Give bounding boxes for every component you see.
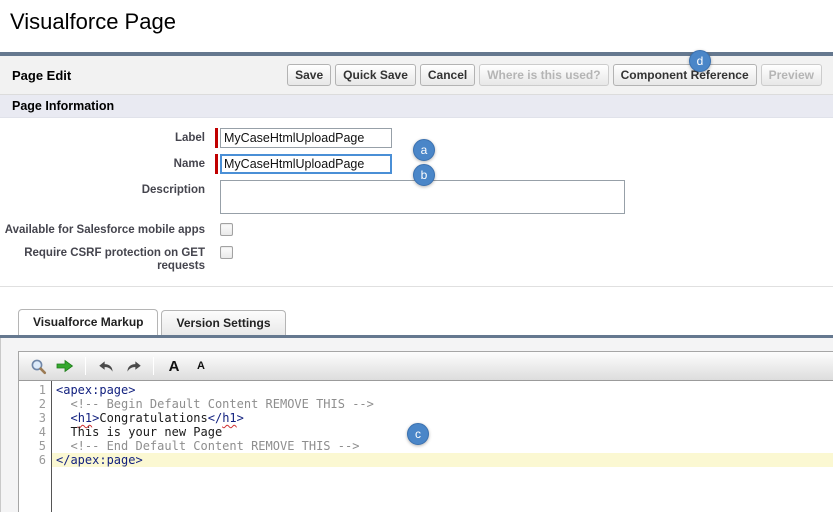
quick-save-button[interactable]: Quick Save xyxy=(335,64,416,86)
line-number: 1 xyxy=(19,383,46,397)
annotation-badge-b: b xyxy=(413,164,435,186)
code-line[interactable]: </apex:page> xyxy=(52,453,833,467)
editor-toolbar: A A xyxy=(19,352,833,381)
annotation-badge-d: d xyxy=(689,50,711,72)
csrf-field-label: Require CSRF protection on GET requests xyxy=(0,243,205,273)
label-input[interactable] xyxy=(220,128,392,148)
annotation-badge-a: a xyxy=(413,139,435,161)
tab-version-settings[interactable]: Version Settings xyxy=(161,310,285,335)
csrf-checkbox[interactable] xyxy=(220,246,233,259)
field-row-mobile: Available for Salesforce mobile apps xyxy=(0,220,833,237)
code-line[interactable]: <!-- Begin Default Content REMOVE THIS -… xyxy=(52,397,833,411)
toolbar-divider xyxy=(85,357,86,375)
line-number: 4 xyxy=(19,425,46,439)
annotation-badge-c: c xyxy=(407,423,429,445)
section-title: Page Edit xyxy=(12,68,71,83)
line-numbers: 123456 xyxy=(19,381,52,512)
line-number: 6 xyxy=(19,453,46,467)
cancel-button[interactable]: Cancel xyxy=(420,64,475,86)
code-line[interactable]: This is your new Page xyxy=(52,425,833,439)
increase-font-icon[interactable]: A xyxy=(164,356,184,376)
line-number: 5 xyxy=(19,439,46,453)
page-title: Visualforce Page xyxy=(10,9,833,35)
toolbar-divider xyxy=(153,357,154,375)
decrease-font-icon[interactable]: A xyxy=(191,356,211,376)
name-input[interactable] xyxy=(220,154,392,174)
field-row-csrf: Require CSRF protection on GET requests xyxy=(0,243,833,273)
code-line[interactable]: <apex:page> xyxy=(52,383,833,397)
mobile-apps-checkbox[interactable] xyxy=(220,223,233,236)
preview-button: Preview xyxy=(761,64,822,86)
redo-icon[interactable] xyxy=(123,356,143,376)
line-number: 3 xyxy=(19,411,46,425)
required-indicator xyxy=(215,154,218,174)
code-line[interactable]: <h1>Congratulations</h1> xyxy=(52,411,833,425)
name-field-label: Name xyxy=(0,154,205,174)
mobile-field-label: Available for Salesforce mobile apps xyxy=(0,220,205,237)
code-area[interactable]: 123456 <apex:page> <!-- Begin Default Co… xyxy=(19,381,833,512)
tab-visualforce-markup[interactable]: Visualforce Markup xyxy=(18,309,158,335)
required-indicator xyxy=(215,128,218,148)
where-is-this-used-button: Where is this used? xyxy=(479,64,608,86)
description-field-label: Description xyxy=(0,180,205,214)
line-number: 2 xyxy=(19,397,46,411)
label-field-label: Label xyxy=(0,128,205,148)
button-row: Save Quick Save Cancel Where is this use… xyxy=(287,64,822,86)
go-to-line-icon[interactable] xyxy=(55,356,75,376)
search-icon[interactable] xyxy=(28,356,48,376)
code-line[interactable]: <!-- End Default Content REMOVE THIS --> xyxy=(52,439,833,453)
component-reference-button[interactable]: Component Reference xyxy=(613,64,757,86)
field-row-description: Description xyxy=(0,180,833,214)
page-information-header: Page Information xyxy=(0,95,833,118)
code-lines[interactable]: <apex:page> <!-- Begin Default Content R… xyxy=(52,381,833,512)
save-button[interactable]: Save xyxy=(287,64,331,86)
tab-strip: Visualforce Markup Version Settings xyxy=(0,309,833,338)
undo-icon[interactable] xyxy=(96,356,116,376)
